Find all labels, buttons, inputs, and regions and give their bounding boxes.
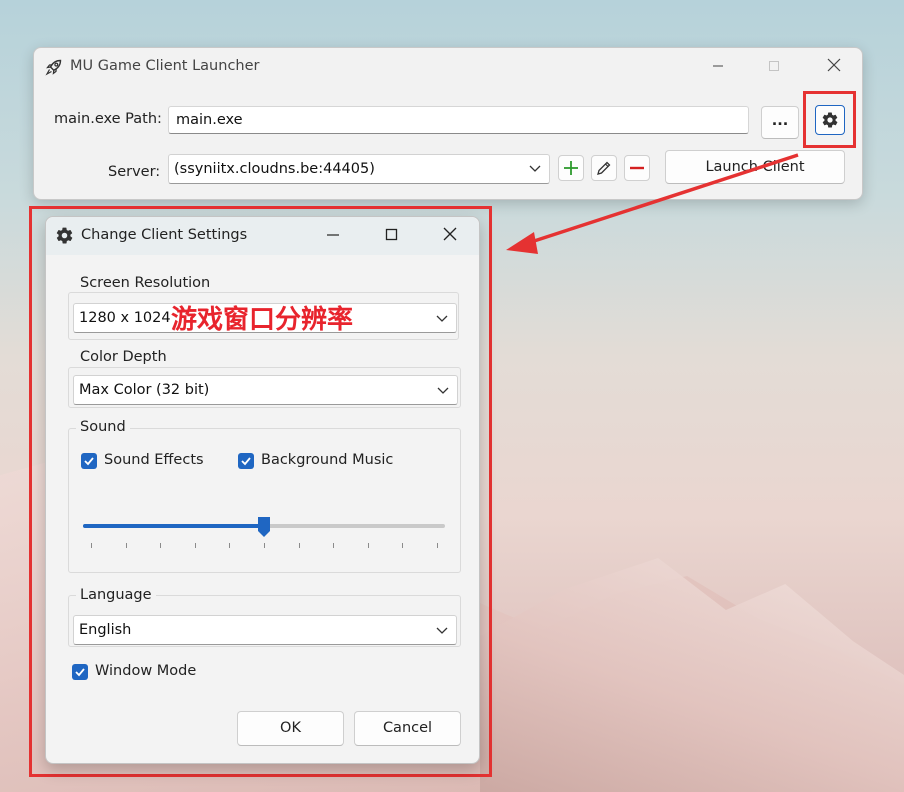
sound-group-title: Sound [76, 419, 130, 435]
sound-effects-checkbox[interactable] [81, 453, 97, 469]
slider-tick [437, 543, 438, 548]
slider-tick [91, 543, 92, 548]
slider-tick [333, 543, 334, 548]
checkmark-icon [75, 668, 85, 677]
color-depth-select-value: Max Color (32 bit) [79, 382, 210, 398]
slider-tick [368, 543, 369, 548]
chevron-down-icon [437, 387, 449, 394]
slider-tick [195, 543, 196, 548]
checkmark-icon [241, 457, 251, 466]
maximize-icon [385, 228, 397, 241]
dialog-minimize-button[interactable] [321, 225, 345, 247]
dialog-maximize-button[interactable] [379, 225, 403, 247]
slider-tick [126, 543, 127, 548]
slider-tick [299, 543, 300, 548]
resolution-group-title: Screen Resolution [76, 275, 215, 291]
sound-effects-label: Sound Effects [104, 452, 204, 468]
chevron-down-icon [436, 627, 448, 634]
language-select-value: English [79, 622, 132, 638]
volume-slider-fill [83, 524, 264, 528]
dialog-titlebar[interactable]: Change Client Settings [46, 217, 479, 255]
slider-tick [229, 543, 230, 548]
resolution-select-value: 1280 x 1024 [79, 310, 171, 326]
language-select[interactable]: English [73, 615, 457, 645]
gear-icon [56, 227, 73, 244]
volume-slider-thumb[interactable] [257, 516, 271, 538]
close-icon [443, 227, 457, 241]
chevron-down-icon [436, 315, 448, 322]
resolution-annotation: 游戏窗口分辨率 [171, 305, 354, 335]
slider-tick [160, 543, 161, 548]
slider-tick [264, 543, 265, 548]
dialog-close-button[interactable] [438, 225, 462, 247]
background-music-checkbox[interactable] [238, 453, 254, 469]
cancel-button[interactable]: Cancel [354, 711, 461, 746]
language-group-title: Language [76, 587, 156, 603]
slider-tick [402, 543, 403, 548]
checkmark-icon [84, 457, 94, 466]
window-mode-checkbox[interactable] [72, 664, 88, 680]
volume-slider[interactable] [83, 513, 445, 553]
background-music-label: Background Music [261, 452, 394, 468]
window-mode-label: Window Mode [95, 663, 197, 679]
color-depth-select[interactable]: Max Color (32 bit) [73, 375, 458, 405]
minimize-icon [327, 234, 339, 236]
dialog-title: Change Client Settings [81, 227, 248, 243]
color-depth-group-title: Color Depth [76, 349, 171, 365]
ok-button[interactable]: OK [237, 711, 344, 746]
